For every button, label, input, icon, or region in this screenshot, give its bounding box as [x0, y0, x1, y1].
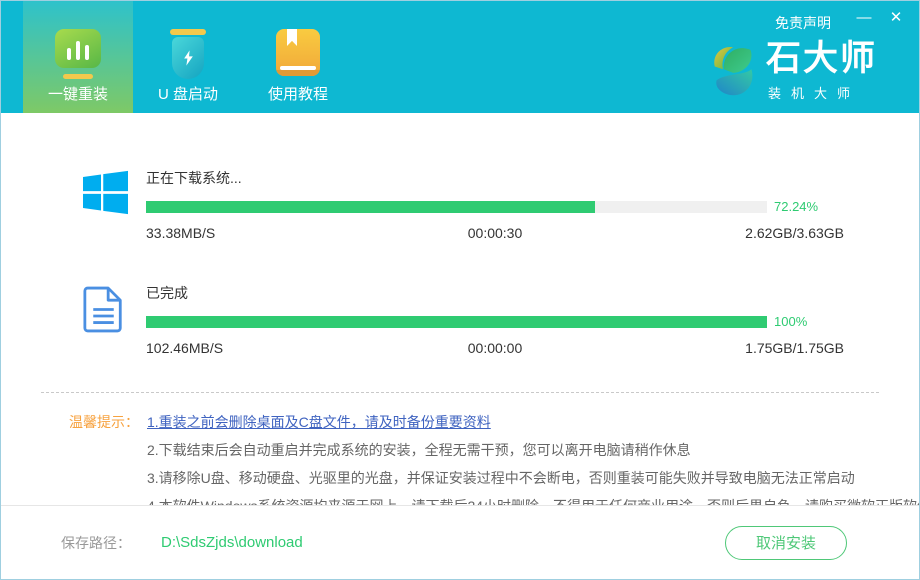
download-time: 00:00:30: [379, 225, 612, 241]
download-title: 正在下载系统...: [146, 168, 844, 188]
download-body: 已完成 100% 102.46MB/S 00:00:00 1.75GB/1.75…: [146, 283, 844, 356]
progress-percent: 72.24%: [774, 199, 844, 214]
progress-fill: [146, 201, 595, 213]
download-size: 2.62GB/3.63GB: [611, 225, 844, 241]
brand-swirl-icon: [712, 43, 756, 101]
tips-section: 温馨提示： 1.重装之前会删除桌面及C盘文件，请及时备份重要资料 2.下载结束后…: [69, 408, 879, 520]
download-stats: 102.46MB/S 00:00:00 1.75GB/1.75GB: [146, 340, 844, 356]
download-group-pe: 已完成 100% 102.46MB/S 00:00:00 1.75GB/1.75…: [83, 283, 844, 356]
download-title: 已完成: [146, 283, 844, 303]
brand-text: 石大师 装机大师: [766, 41, 877, 102]
tab-label: 一键重装: [48, 83, 108, 104]
progress-bar: [146, 316, 767, 328]
tab-usb-boot[interactable]: U 盘启动: [133, 1, 243, 113]
document-icon: [83, 283, 129, 356]
dashed-divider: [41, 392, 879, 393]
brand-logo: 石大师 装机大师: [712, 41, 877, 102]
progress-bar: [146, 201, 767, 213]
save-path-label: 保存路径：: [61, 533, 131, 553]
download-group-system: 正在下载系统... 72.24% 33.38MB/S 00:00:30 2.62…: [83, 168, 844, 241]
download-time: 00:00:00: [379, 340, 612, 356]
download-speed: 33.38MB/S: [146, 225, 379, 241]
chart-icon: [55, 29, 101, 83]
close-button[interactable]: ✕: [885, 7, 907, 29]
header: 一键重装 U 盘启动: [1, 1, 919, 113]
windows-logo-icon: [83, 168, 129, 241]
usb-shield-icon: [170, 29, 206, 83]
disclaimer-link[interactable]: 免责声明: [775, 13, 831, 33]
brand-name: 石大师: [766, 41, 877, 76]
tip-item-3: 3.请移除U盘、移动硬盘、光驱里的光盘，并保证安装过程中不会断电，否则重装可能失…: [147, 464, 920, 492]
download-stats: 33.38MB/S 00:00:30 2.62GB/3.63GB: [146, 225, 844, 241]
bookmark-icon: [287, 29, 297, 46]
tab-bar: 一键重装 U 盘启动: [23, 1, 353, 113]
lightning-icon: [182, 48, 195, 68]
save-path-value[interactable]: D:\SdsZjds\download: [161, 534, 303, 551]
progress-row: 72.24%: [146, 199, 844, 214]
tips-label: 温馨提示：: [69, 408, 147, 520]
app-window: 一键重装 U 盘启动: [0, 0, 920, 580]
tips-list: 1.重装之前会删除桌面及C盘文件，请及时备份重要资料 2.下载结束后会自动重启并…: [147, 408, 920, 520]
cancel-install-button[interactable]: 取消安装: [725, 526, 847, 560]
tab-label: 使用教程: [268, 83, 328, 104]
tip-item-1: 1.重装之前会删除桌面及C盘文件，请及时备份重要资料: [147, 408, 920, 436]
icon-underline: [63, 74, 93, 79]
tab-one-key-reinstall[interactable]: 一键重装: [23, 1, 133, 113]
download-speed: 102.46MB/S: [146, 340, 379, 356]
download-body: 正在下载系统... 72.24% 33.38MB/S 00:00:30 2.62…: [146, 168, 844, 241]
tab-label: U 盘启动: [158, 83, 218, 104]
book-icon: [276, 29, 320, 83]
progress-row: 100%: [146, 314, 844, 329]
footer-bar: 保存路径： D:\SdsZjds\download 取消安装: [1, 505, 919, 579]
tab-tutorial[interactable]: 使用教程: [243, 1, 353, 113]
progress-fill: [146, 316, 767, 328]
progress-percent: 100%: [774, 314, 844, 329]
brand-subtitle: 装机大师: [766, 83, 877, 102]
tip-item-2: 2.下载结束后会自动重启并完成系统的安装，全程无需干预，您可以离开电脑请稍作休息: [147, 436, 920, 464]
minimize-button[interactable]: —: [853, 7, 875, 29]
download-size: 1.75GB/1.75GB: [611, 340, 844, 356]
